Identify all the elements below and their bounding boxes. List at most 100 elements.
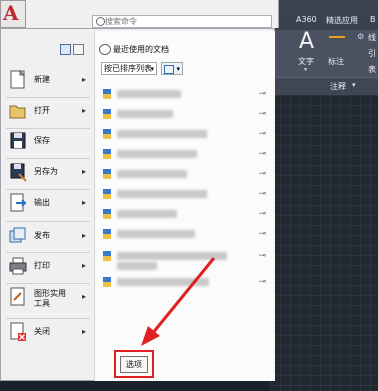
drawing-utilities-icon: [8, 286, 28, 308]
blurred-file-name: [117, 278, 209, 286]
blurred-file-name: [117, 230, 195, 238]
save-icon: [8, 130, 28, 152]
pin-icon[interactable]: ⊸: [258, 209, 266, 219]
submenu-arrow-icon: ▸: [81, 231, 86, 240]
close-drawing-icon: [8, 321, 28, 343]
recent-file-item[interactable]: ⊸: [103, 228, 268, 241]
print-icon: [8, 255, 28, 277]
dimension-icon[interactable]: [329, 36, 345, 50]
pin-icon[interactable]: ⊸: [258, 149, 266, 159]
chevron-down-icon: ▾: [150, 65, 154, 73]
ribbon-tab-bar: A360 精选应用 B: [270, 12, 378, 30]
search-icon: [96, 17, 105, 26]
chevron-down-icon: ▾: [352, 81, 356, 89]
menu-item-label: 图形实用工具: [34, 289, 66, 308]
blurred-file-name: [117, 150, 197, 158]
submenu-arrow-icon: ▸: [81, 261, 86, 270]
pin-icon[interactable]: ⊸: [258, 277, 266, 287]
dwg-file-icon: [103, 109, 111, 119]
highlight-box: [114, 350, 154, 378]
pin-icon[interactable]: ⊸: [258, 89, 266, 99]
blurred-file-name: [117, 170, 187, 178]
dwg-file-icon: [103, 251, 111, 261]
menu-item-label: 输出: [34, 198, 50, 207]
submenu-arrow-icon: ▸: [81, 75, 86, 84]
menu-item-publish[interactable]: 发布 ▸: [6, 222, 92, 252]
pin-icon[interactable]: ⊸: [258, 109, 266, 119]
blurred-file-name: [117, 110, 173, 118]
dwg-file-icon: [103, 209, 111, 219]
side-item-table[interactable]: 表: [368, 64, 376, 75]
autocad-logo-icon: A: [3, 1, 19, 25]
menu-item-label: 发布: [34, 231, 50, 240]
chevron-down-icon: ▾: [176, 65, 180, 73]
open-folder-icon: [8, 100, 28, 122]
view-mode-dropdown[interactable]: ▾: [161, 62, 183, 75]
menu-item-drawing-utilities[interactable]: 图形实用工具 ▸: [6, 283, 92, 319]
dwg-file-icon: [103, 169, 111, 179]
panel-title-bar[interactable]: 注释 ▾: [270, 77, 378, 96]
recent-documents-title: 最近使用的文档: [113, 45, 169, 54]
menu-item-label: 另存为: [34, 167, 58, 176]
recent-file-item[interactable]: ⊸: [103, 148, 268, 161]
dwg-file-icon: [103, 229, 111, 239]
recent-file-item[interactable]: ⊸: [103, 276, 268, 289]
clock-icon: [99, 44, 111, 55]
pin-icon[interactable]: ⊸: [258, 169, 266, 179]
submenu-arrow-icon: ▸: [81, 327, 86, 336]
menu-item-save[interactable]: 保存: [6, 127, 92, 157]
open-documents-toggle-icon[interactable]: [60, 44, 71, 55]
application-button[interactable]: A: [0, 0, 26, 28]
recent-file-item[interactable]: ⊸: [103, 168, 268, 181]
recent-file-item[interactable]: ⊸: [103, 128, 268, 141]
export-icon: [8, 192, 28, 214]
text-large-icon[interactable]: A: [299, 30, 314, 54]
blurred-file-name: [117, 252, 227, 260]
blurred-file-path: [117, 262, 157, 270]
dimension-button[interactable]: 标注: [328, 56, 344, 67]
recent-documents-pane: 最近使用的文档 按已排序列表 ▾ ▾ ⊸ ⊸ ⊸ ⊸ ⊸ ⊸ ⊸ ⊸ ⊸ ⊸: [94, 31, 275, 381]
search-box[interactable]: [92, 15, 272, 28]
submenu-arrow-icon: ▸: [81, 198, 86, 207]
recent-documents-toggle-icon[interactable]: [73, 44, 84, 55]
menu-item-label: 打印: [34, 261, 50, 270]
tab-a360[interactable]: A360: [296, 15, 317, 24]
menu-item-print[interactable]: 打印 ▸: [6, 252, 92, 282]
text-dropdown-icon[interactable]: ▾: [304, 66, 307, 73]
menu-item-label: 打开: [34, 106, 50, 115]
list-view-icon: [164, 65, 174, 74]
search-input[interactable]: [105, 16, 265, 27]
menu-item-open[interactable]: 打开 ▸: [6, 97, 92, 127]
tab-b[interactable]: B: [370, 15, 376, 24]
recent-file-item[interactable]: ⊸: [103, 250, 268, 272]
menu-item-label: 保存: [34, 136, 50, 145]
dwg-file-icon: [103, 277, 111, 287]
pin-icon[interactable]: ⊸: [258, 129, 266, 139]
blurred-file-name: [117, 210, 177, 218]
pin-icon[interactable]: ⊸: [258, 229, 266, 239]
blurred-file-name: [117, 90, 181, 98]
submenu-arrow-icon: ▸: [81, 292, 86, 301]
side-item-leader[interactable]: 引: [368, 48, 376, 59]
pin-icon[interactable]: ⊸: [258, 189, 266, 199]
recent-file-item[interactable]: ⊸: [103, 88, 268, 101]
drawing-canvas[interactable]: [270, 95, 378, 391]
menu-item-close[interactable]: 关闭 ▸: [6, 318, 92, 348]
dwg-file-icon: [103, 129, 111, 139]
menu-item-label: 新建: [34, 75, 50, 84]
tab-featured-apps[interactable]: 精选应用: [326, 15, 358, 26]
pin-icon[interactable]: ⊸: [258, 251, 266, 261]
side-item-line[interactable]: 线: [368, 32, 376, 43]
menu-item-save-as[interactable]: 另存为 ▸: [6, 158, 92, 188]
menu-item-export[interactable]: 输出 ▸: [6, 189, 92, 219]
recent-file-item[interactable]: ⊸: [103, 188, 268, 201]
gear-icon[interactable]: ⚙: [357, 32, 364, 41]
publish-icon: [8, 225, 28, 247]
menu-item-label: 关闭: [34, 327, 50, 336]
sort-by-dropdown[interactable]: 按已排序列表 ▾: [101, 62, 157, 75]
menu-item-new[interactable]: 新建 ▸: [6, 66, 92, 96]
recent-file-item[interactable]: ⊸: [103, 208, 268, 221]
recent-file-item[interactable]: ⊸: [103, 108, 268, 121]
new-icon: [8, 69, 28, 91]
dwg-file-icon: [103, 89, 111, 99]
